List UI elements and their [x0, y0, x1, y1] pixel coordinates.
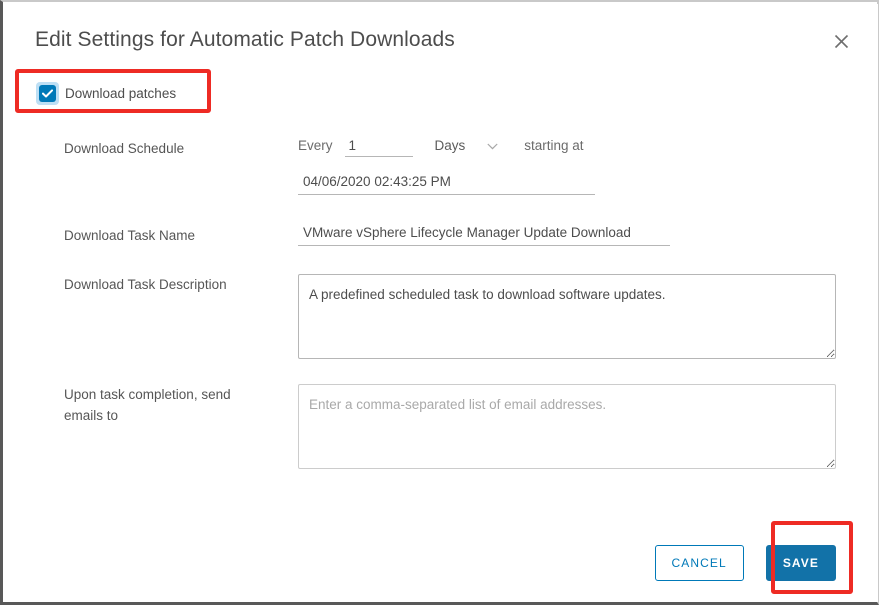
download-schedule-row: Download Schedule Every Days starting at	[6, 138, 878, 208]
label-starting-at: starting at	[524, 138, 584, 153]
chevron-down-icon	[487, 138, 498, 153]
download-task-name-row: Download Task Name	[6, 225, 878, 255]
schedule-period-select[interactable]: Days	[435, 138, 499, 153]
checkbox-label-download-patches: Download patches	[65, 85, 177, 101]
dialog-header: Edit Settings for Automatic Patch Downlo…	[6, 4, 878, 72]
label-download-task-name: Download Task Name	[64, 228, 196, 243]
download-task-name-input[interactable]	[298, 225, 670, 246]
schedule-period-value: Days	[434, 138, 466, 153]
checkbox-download-patches[interactable]	[36, 81, 59, 105]
dialog-footer: CANCEL SAVE	[6, 524, 878, 602]
download-task-description-textarea[interactable]	[298, 274, 836, 359]
label-notification-emails: Upon task completion, send emails to	[64, 387, 231, 423]
schedule-interval-input[interactable]	[344, 138, 413, 157]
label-download-task-description: Download Task Description	[64, 277, 227, 292]
schedule-start-datetime-input[interactable]	[298, 174, 595, 195]
notification-emails-textarea[interactable]	[298, 384, 836, 469]
dialog-window-frame: Edit Settings for Automatic Patch Downlo…	[0, 0, 879, 605]
download-task-description-row: Download Task Description	[6, 274, 878, 364]
page-title: Edit Settings for Automatic Patch Downlo…	[35, 28, 455, 51]
cancel-button[interactable]: CANCEL	[654, 545, 744, 581]
label-every: Every	[298, 138, 333, 153]
download-patches-checkbox-row[interactable]: Download patches	[36, 81, 177, 105]
edit-settings-dialog: Edit Settings for Automatic Patch Downlo…	[6, 4, 878, 602]
schedule-inline-controls: Every Days starting at	[298, 138, 584, 157]
notification-emails-row: Upon task completion, send emails to	[6, 384, 878, 479]
close-icon[interactable]	[828, 28, 854, 54]
save-button[interactable]: SAVE	[765, 545, 836, 581]
label-download-schedule: Download Schedule	[64, 141, 185, 156]
checkmark-icon	[39, 84, 56, 102]
